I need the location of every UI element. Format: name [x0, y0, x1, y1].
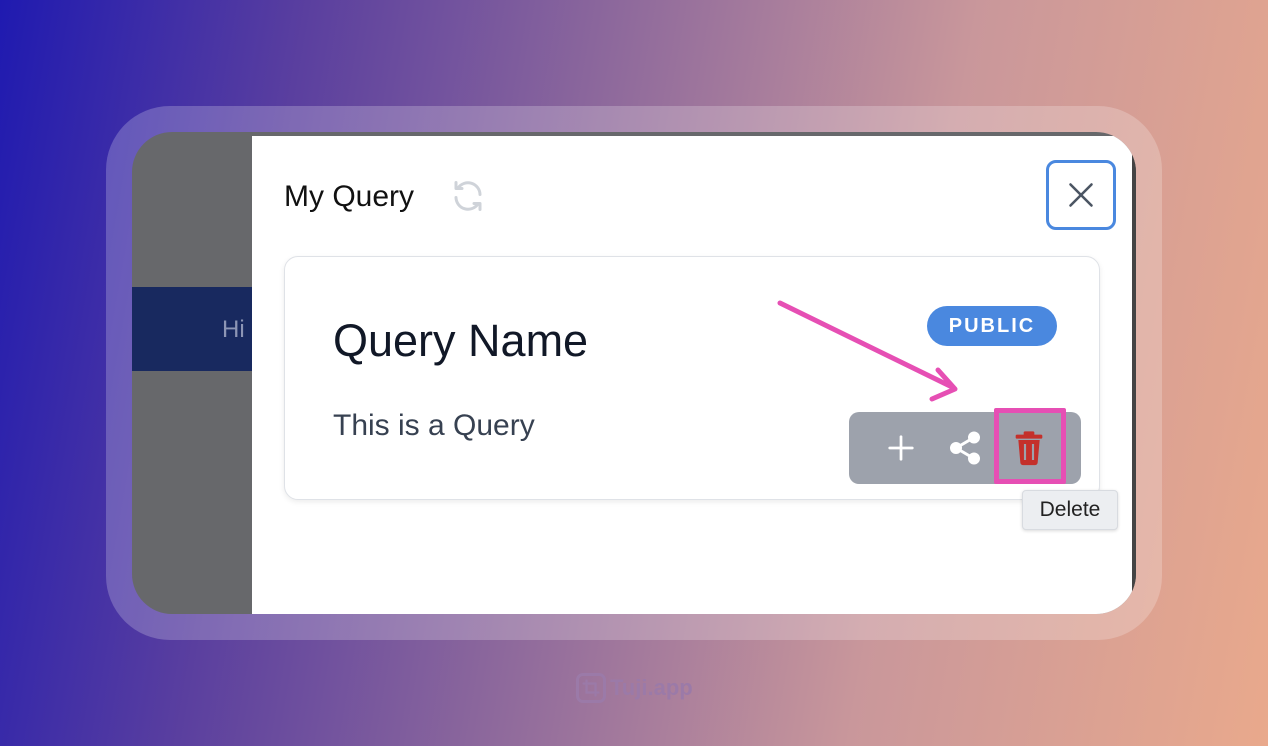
share-button[interactable] [939, 422, 991, 474]
close-icon [1069, 183, 1093, 207]
delete-tooltip: Delete [1022, 490, 1118, 530]
query-name: Query Name [333, 315, 589, 366]
plus-icon [888, 435, 914, 461]
watermark-text: Tuji.app [610, 675, 693, 700]
add-button[interactable] [875, 422, 927, 474]
query-modal: My Query Query Name PUBLIC This is a Que… [252, 136, 1132, 614]
query-description: This is a Query [333, 409, 535, 442]
background-strip [1132, 132, 1136, 614]
share-icon [950, 431, 980, 465]
annotation-highlight-box [994, 408, 1066, 484]
modal-title: My Query [284, 180, 415, 213]
crop-icon [576, 673, 606, 703]
close-button[interactable] [1046, 160, 1116, 230]
app-screen: Hi My Query Query Name PUBLIC This is a … [132, 132, 1136, 614]
watermark: Tuji.app [576, 672, 693, 704]
query-card[interactable]: Query Name PUBLIC This is a Query [284, 256, 1100, 500]
annotation-arrow [777, 300, 958, 402]
refresh-icon[interactable] [450, 178, 486, 214]
background-nav-text: Hi [222, 316, 245, 343]
